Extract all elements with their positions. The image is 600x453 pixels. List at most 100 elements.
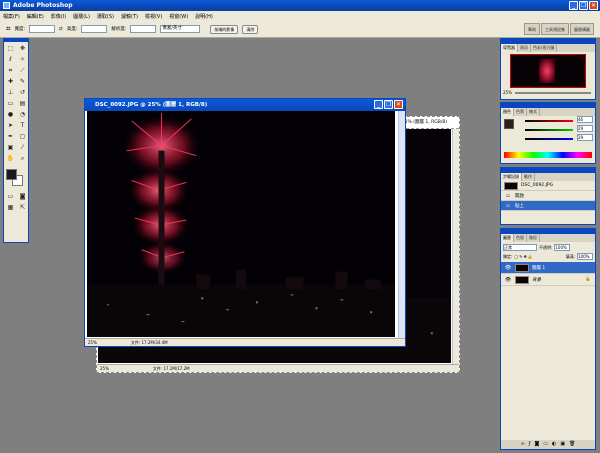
menu-file[interactable]: 檔案(F) bbox=[3, 13, 20, 20]
visibility-eye-icon[interactable]: 👁 bbox=[504, 265, 512, 271]
blue-slider[interactable] bbox=[525, 138, 573, 140]
layer-row-background[interactable]: 👁 背景 🔒 bbox=[501, 274, 595, 286]
adjustment-layer-icon[interactable]: ◐ bbox=[552, 440, 556, 449]
height-input[interactable] bbox=[81, 25, 108, 33]
healing-brush-tool-icon[interactable]: ✚ bbox=[5, 77, 16, 87]
notes-tool-icon[interactable]: ▣ bbox=[5, 143, 16, 153]
doc-restore-button[interactable]: ❐ bbox=[384, 100, 393, 109]
shape-tool-icon[interactable]: ▢ bbox=[17, 132, 28, 142]
eyedropper-tool-icon[interactable]: ⁄ bbox=[17, 143, 28, 153]
crop-tool-icon[interactable]: ⌗ bbox=[6, 24, 11, 34]
path-selection-tool-icon[interactable]: ➤ bbox=[5, 121, 16, 131]
menu-select[interactable]: 選取(S) bbox=[97, 13, 114, 20]
red-slider[interactable] bbox=[525, 120, 573, 122]
swap-icon[interactable]: ⇄ bbox=[59, 27, 63, 32]
blend-mode-select[interactable]: 正常 bbox=[503, 244, 537, 251]
document-back-zoom[interactable]: 25% bbox=[100, 365, 109, 372]
lock-icons[interactable]: ▢✎✥🔒 bbox=[514, 254, 533, 259]
clear-button[interactable]: 清除 bbox=[242, 24, 259, 34]
tab-actions[interactable]: 動作 bbox=[522, 173, 535, 181]
navigator-zoom[interactable]: 25% bbox=[503, 90, 512, 95]
slice-tool-icon[interactable]: ⟋ bbox=[17, 66, 28, 76]
pen-tool-icon[interactable]: ✒ bbox=[5, 132, 16, 142]
resolution-input[interactable] bbox=[130, 25, 157, 33]
menu-layer[interactable]: 圖層(L) bbox=[73, 13, 90, 20]
menu-filter[interactable]: 濾鏡(T) bbox=[121, 13, 138, 20]
screen-mode-icon[interactable]: ▦ bbox=[5, 203, 16, 213]
doc-minimize-button[interactable]: _ bbox=[374, 100, 383, 109]
document-window-front[interactable]: DSC_0092.JPG @ 25% (圖層 1, RGB/8) _ ❐ ✕ 2… bbox=[84, 98, 406, 347]
color-swatches[interactable] bbox=[5, 168, 27, 188]
green-value[interactable]: 29 bbox=[577, 125, 593, 132]
link-layers-icon[interactable]: ∞ bbox=[521, 440, 525, 449]
history-item-paste[interactable]: ▫ 貼上 bbox=[501, 201, 595, 211]
tab-swatches[interactable]: 色票 bbox=[514, 108, 527, 116]
gradient-tool-icon[interactable]: ▤ bbox=[17, 99, 28, 109]
tab-info[interactable]: 資訊 bbox=[518, 44, 531, 52]
tab-history[interactable]: 步驟記錄 bbox=[501, 173, 522, 181]
blur-tool-icon[interactable]: ● bbox=[5, 110, 16, 120]
navigator-preview[interactable] bbox=[510, 54, 586, 88]
tab-layers[interactable]: 圖層 bbox=[501, 234, 514, 242]
history-snapshot[interactable]: DSC_0092.JPG bbox=[501, 181, 595, 191]
jump-to-imageready-icon[interactable]: ⇱ bbox=[17, 203, 28, 213]
unit-select[interactable]: 像素/英寸 bbox=[160, 25, 201, 33]
document-front-vertical-scrollbar[interactable] bbox=[398, 111, 405, 338]
menu-help[interactable]: 說明(H) bbox=[195, 13, 213, 20]
history-item-open[interactable]: ▫ 開啟 bbox=[501, 191, 595, 201]
menu-edit[interactable]: 編輯(E) bbox=[27, 13, 44, 20]
eraser-tool-icon[interactable]: ▭ bbox=[5, 99, 16, 109]
minimize-button[interactable]: _ bbox=[569, 1, 578, 10]
close-button[interactable]: ✕ bbox=[589, 1, 598, 10]
brush-tool-icon[interactable]: ✎ bbox=[17, 77, 28, 87]
well-brushes[interactable]: 筆刷 bbox=[524, 23, 540, 35]
lasso-tool-icon[interactable]: ℓ bbox=[5, 55, 16, 65]
magic-wand-tool-icon[interactable]: ✧ bbox=[17, 55, 28, 65]
tab-styles[interactable]: 樣式 bbox=[527, 108, 540, 116]
layer-style-icon[interactable]: ƒ bbox=[529, 440, 531, 449]
menu-window[interactable]: 視窗(W) bbox=[169, 13, 188, 20]
zoom-tool-icon[interactable]: ⌕ bbox=[17, 154, 28, 164]
doc-close-button[interactable]: ✕ bbox=[394, 100, 403, 109]
color-panel-foreground[interactable] bbox=[504, 119, 514, 129]
layer-mask-icon[interactable]: ◙ bbox=[534, 440, 539, 449]
crop-tool-icon[interactable]: ⌗ bbox=[5, 66, 16, 76]
tab-color[interactable]: 顏色 bbox=[501, 108, 514, 116]
navigator-zoom-slider[interactable] bbox=[514, 91, 591, 94]
type-tool-icon[interactable]: T bbox=[17, 121, 28, 131]
well-layer-comps[interactable]: 圖層構圖 bbox=[570, 23, 594, 35]
standard-mode-icon[interactable]: ▭ bbox=[5, 192, 16, 202]
menu-image[interactable]: 影像(I) bbox=[51, 13, 66, 20]
hand-tool-icon[interactable]: ✋ bbox=[5, 154, 16, 164]
restore-button[interactable]: ❐ bbox=[579, 1, 588, 10]
color-ramp[interactable] bbox=[504, 152, 592, 158]
clone-stamp-tool-icon[interactable]: ⊥ bbox=[5, 88, 16, 98]
blue-value[interactable]: 29 bbox=[577, 134, 593, 141]
front-image-button[interactable]: 前端的影像 bbox=[210, 24, 239, 34]
tab-channels[interactable]: 色版 bbox=[514, 234, 527, 242]
tab-navigator[interactable]: 導覽器 bbox=[501, 44, 518, 52]
width-input[interactable] bbox=[29, 25, 56, 33]
menu-view[interactable]: 檢視(V) bbox=[145, 13, 162, 20]
quick-mask-icon[interactable]: ◙ bbox=[17, 192, 28, 202]
opacity-input[interactable]: 100% bbox=[554, 244, 571, 251]
history-brush-tool-icon[interactable]: ↺ bbox=[17, 88, 28, 98]
tab-paths[interactable]: 路徑 bbox=[527, 234, 540, 242]
red-value[interactable]: 46 bbox=[577, 116, 593, 123]
opacity-label: 不透明: bbox=[539, 244, 553, 250]
document-front-zoom[interactable]: 25% bbox=[88, 339, 97, 346]
layer-row-layer1[interactable]: 👁 圖層 1 bbox=[501, 262, 595, 274]
fill-input[interactable]: 100% bbox=[577, 253, 593, 260]
move-tool-icon[interactable]: ✥ bbox=[17, 44, 28, 54]
document-back-vertical-scrollbar[interactable] bbox=[452, 129, 459, 364]
visibility-eye-icon[interactable]: 👁 bbox=[504, 277, 512, 283]
layer-set-icon[interactable]: ▭ bbox=[543, 440, 548, 449]
new-layer-icon[interactable]: ▣ bbox=[560, 440, 565, 449]
delete-layer-icon[interactable]: 🗑 bbox=[569, 440, 575, 449]
foreground-color-swatch[interactable] bbox=[6, 169, 17, 180]
green-slider[interactable] bbox=[525, 129, 573, 131]
marquee-tool-icon[interactable]: ⬚ bbox=[5, 44, 16, 54]
well-tool-presets[interactable]: 工具預設集 bbox=[541, 23, 569, 35]
dodge-tool-icon[interactable]: ◔ bbox=[17, 110, 28, 120]
tab-histogram[interactable]: 色彩/直方圖 bbox=[531, 44, 558, 52]
